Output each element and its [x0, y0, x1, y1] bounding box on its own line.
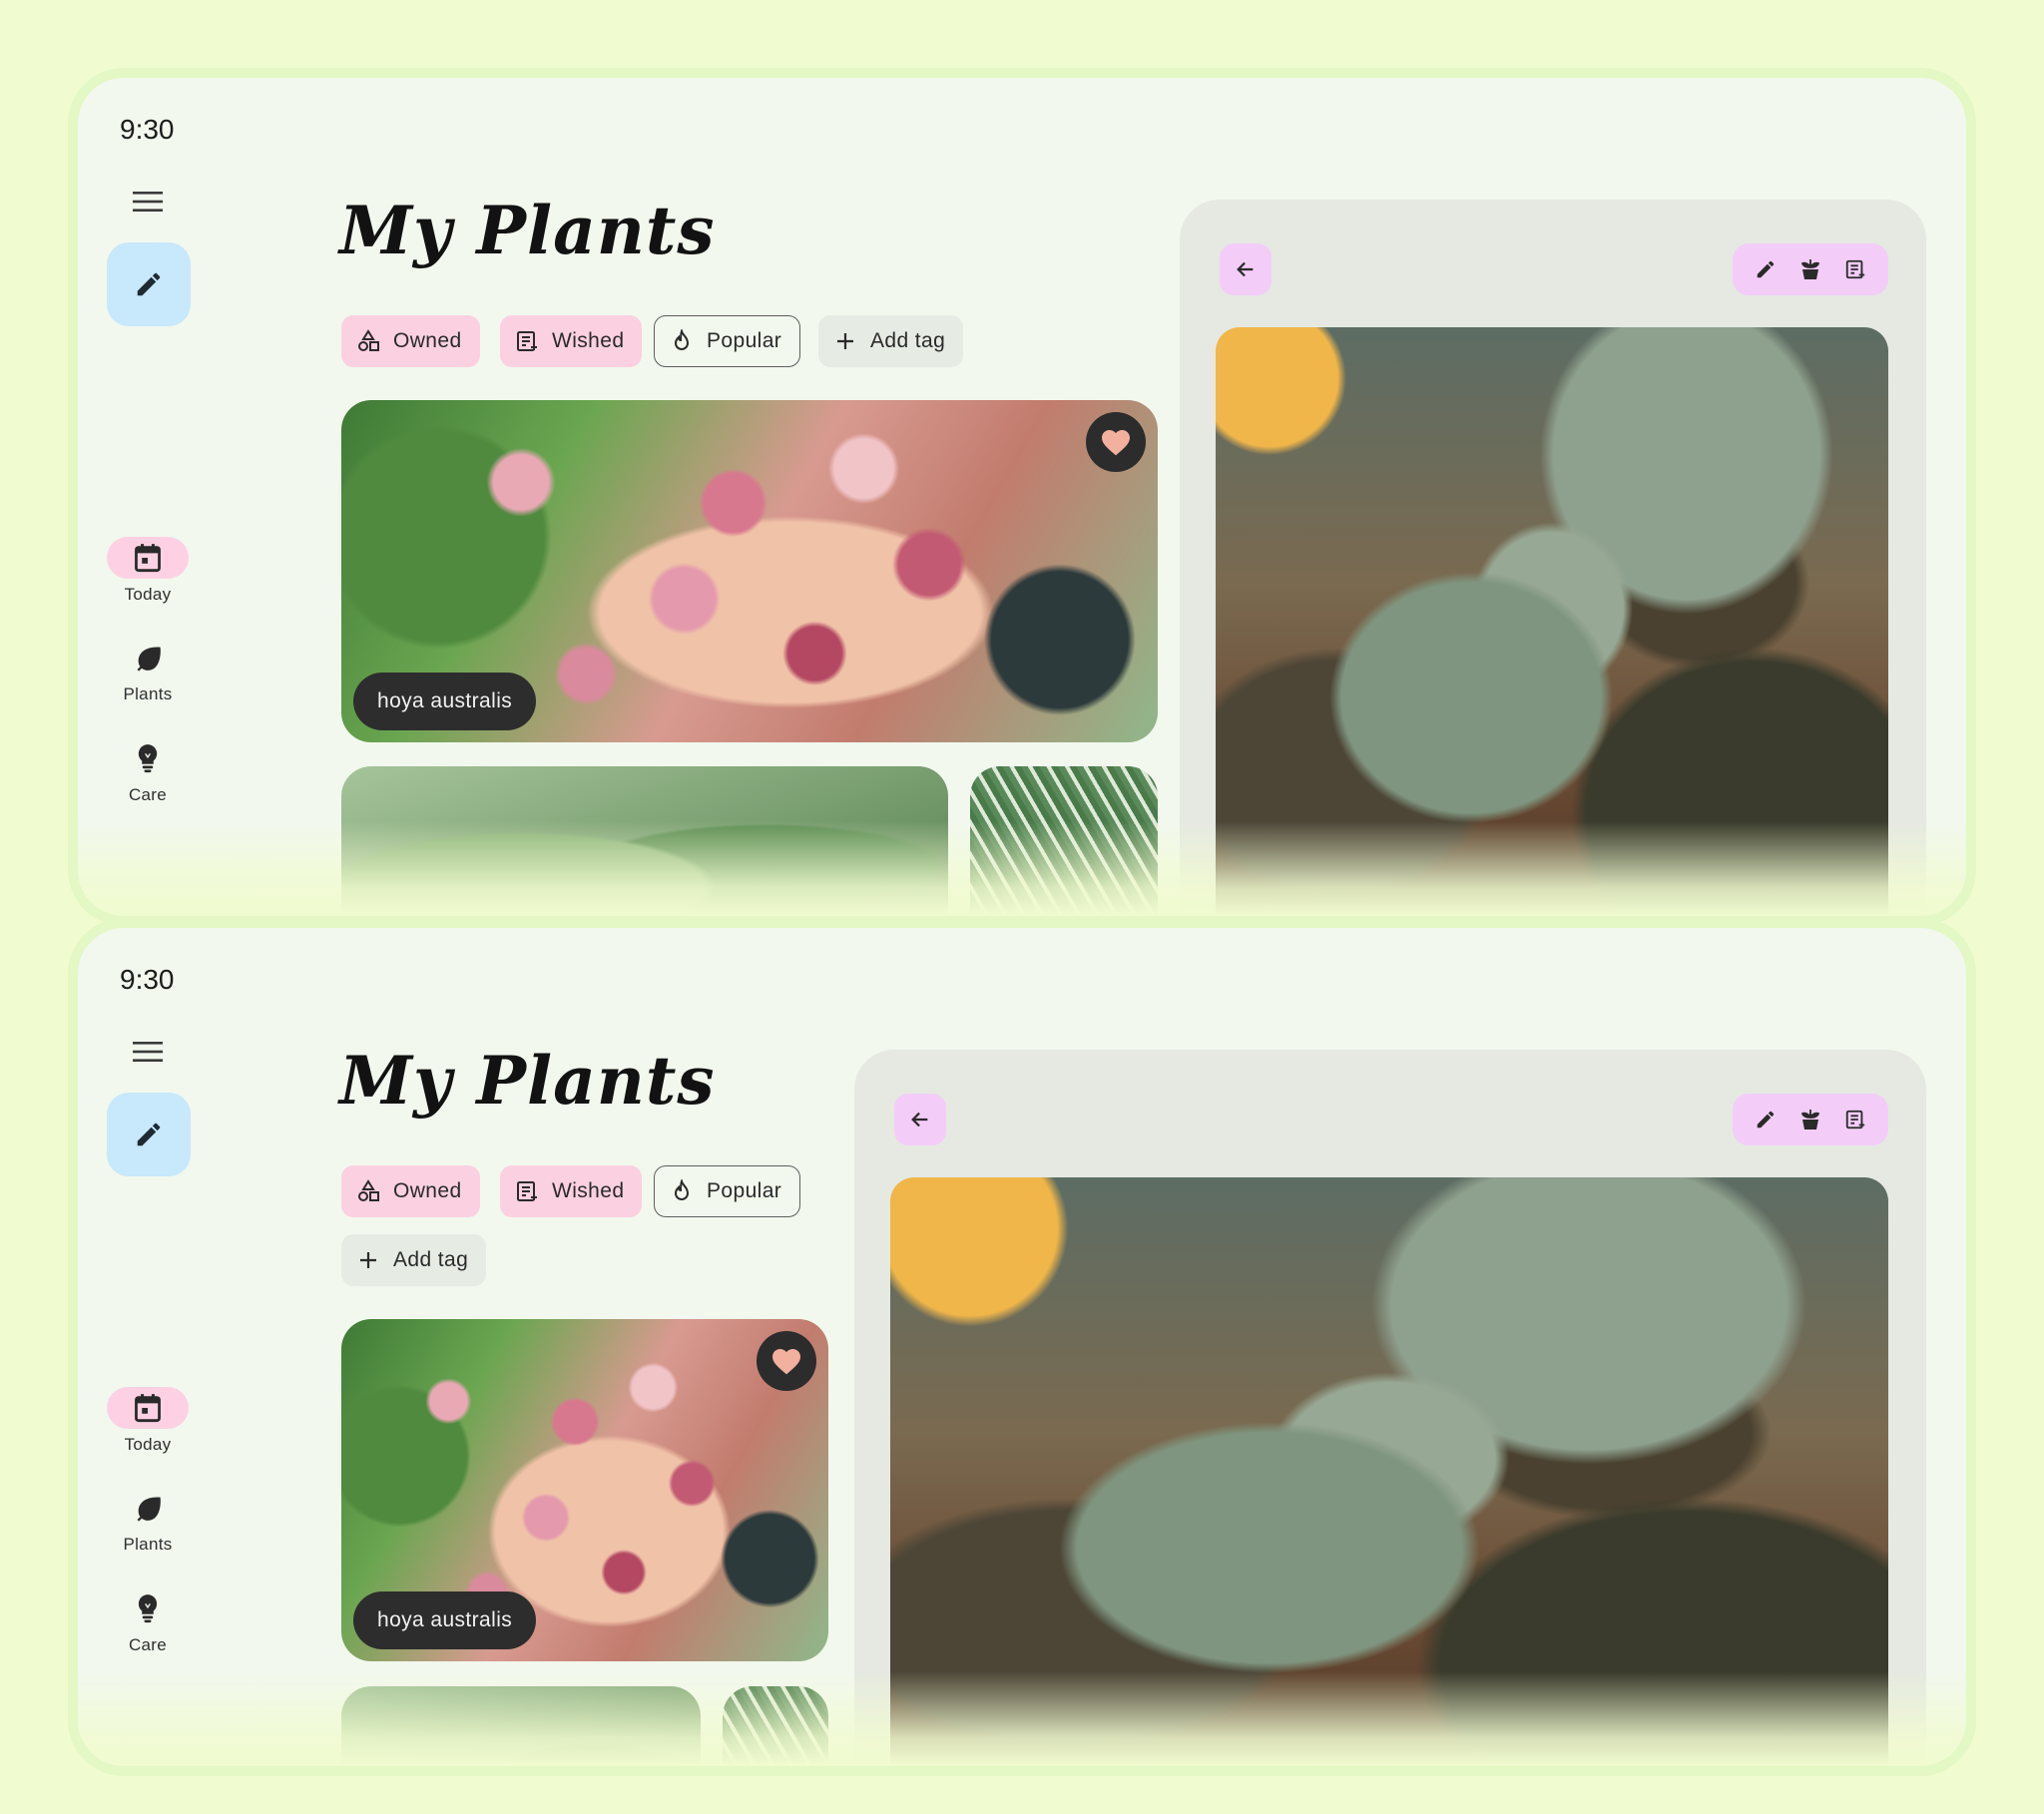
back-button[interactable] [894, 1094, 946, 1145]
nav-pill-care [107, 737, 189, 779]
edit-fab[interactable] [107, 242, 191, 326]
page-title: My Plants [339, 1042, 716, 1120]
leaf-icon [137, 1497, 161, 1522]
chip-popular[interactable]: Popular [654, 315, 801, 367]
edit-action[interactable] [1748, 1102, 1784, 1137]
nav-pill-today [107, 537, 189, 579]
note-action[interactable] [1837, 1102, 1873, 1137]
status-time: 9:30 [120, 964, 175, 995]
pencil-icon [1757, 1111, 1774, 1129]
edit-fab[interactable] [107, 1093, 191, 1176]
heart-icon [1102, 430, 1130, 456]
chip-popular-label: Popular [707, 1179, 782, 1202]
plant-card-featured[interactable]: hoya australis [341, 1319, 828, 1661]
chip-wished[interactable]: Wished [500, 315, 643, 367]
note-add-icon [514, 1178, 540, 1204]
plant-caption: hoya australis [353, 1591, 537, 1649]
plant-caption: hoya australis [353, 673, 537, 730]
nav-label-plants: Plants [123, 1535, 173, 1554]
arrow-left-icon [1237, 261, 1254, 277]
nav-item-today[interactable]: Today [88, 537, 208, 627]
plant-card-3[interactable] [723, 1686, 828, 1766]
plant-card-2[interactable] [341, 766, 948, 916]
flame-icon [669, 328, 695, 354]
nav-item-plants[interactable]: Plants [88, 637, 208, 726]
chip-owned-label: Owned [393, 329, 462, 352]
detail-actions [1733, 1094, 1888, 1145]
device-frame-bottom: 9:30 Today Plants Care My Plants Owned W… [68, 918, 1976, 1776]
plant-card-featured[interactable]: hoya australis [341, 400, 1158, 742]
nav-label-today: Today [124, 1435, 172, 1454]
chip-owned[interactable]: Owned [341, 1165, 480, 1217]
menu-button[interactable] [128, 1032, 168, 1072]
detail-pane [854, 1050, 1926, 1766]
nav-label-plants: Plants [123, 684, 173, 703]
nav-pill-care [107, 1587, 189, 1629]
calendar-icon [135, 1394, 161, 1423]
lightbulb-icon [138, 1594, 158, 1623]
chip-popular-label: Popular [707, 329, 782, 352]
detail-plant-image [1216, 327, 1888, 916]
detail-actions [1733, 243, 1888, 295]
chip-add-tag-label: Add tag [393, 1248, 469, 1271]
chip-owned-label: Owned [393, 1179, 462, 1202]
chip-wished-label: Wished [552, 1179, 625, 1202]
arrow-left-icon [911, 1112, 928, 1128]
nav-item-plants[interactable]: Plants [88, 1487, 208, 1577]
nav-pill-plants [107, 1487, 189, 1529]
lightbulb-icon [138, 744, 158, 773]
plus-icon [832, 328, 858, 354]
device-frame-top: 9:30 Today Plants Care My Plants Owned W… [68, 68, 1976, 926]
nav-label-care: Care [128, 1635, 168, 1654]
pencil-icon [137, 1123, 161, 1146]
nav-pill-plants [107, 637, 189, 679]
heart-icon [772, 1349, 800, 1375]
menu-icon [133, 1042, 163, 1062]
leaf-icon [137, 647, 161, 672]
plant-pot-icon [1800, 259, 1820, 279]
shapes-icon [355, 328, 381, 354]
edit-action[interactable] [1748, 251, 1784, 287]
chip-owned[interactable]: Owned [341, 315, 480, 367]
chip-add-tag[interactable]: Add tag [818, 315, 964, 367]
repot-action[interactable] [1792, 1102, 1828, 1137]
favorite-button[interactable] [757, 1331, 816, 1391]
note-add-icon [1846, 1110, 1865, 1130]
plant-pot-icon [1800, 1110, 1820, 1130]
chip-popular[interactable]: Popular [654, 1165, 801, 1217]
nav-item-care[interactable]: Care [88, 737, 208, 827]
detail-pane [1180, 200, 1926, 916]
chip-add-tag[interactable]: Add tag [341, 1234, 487, 1286]
favorite-button[interactable] [1086, 412, 1146, 472]
plant-card-3[interactable] [970, 766, 1158, 916]
menu-button[interactable] [128, 182, 168, 222]
chip-wished-label: Wished [552, 329, 625, 352]
plant-card-2[interactable] [341, 1686, 701, 1766]
nav-item-today[interactable]: Today [88, 1387, 208, 1477]
flame-icon [669, 1178, 695, 1204]
calendar-icon [135, 544, 161, 573]
repot-action[interactable] [1792, 251, 1828, 287]
plus-icon [355, 1247, 381, 1273]
page-title: My Plants [339, 192, 716, 269]
back-button[interactable] [1220, 243, 1272, 295]
detail-plant-image [890, 1177, 1888, 1766]
nav-item-care[interactable]: Care [88, 1587, 208, 1677]
chip-add-tag-label: Add tag [870, 329, 946, 352]
note-add-icon [1846, 259, 1865, 279]
nav-label-today: Today [124, 585, 172, 604]
note-action[interactable] [1837, 251, 1873, 287]
menu-icon [133, 192, 163, 212]
pencil-icon [1757, 260, 1774, 278]
nav-label-care: Care [128, 785, 168, 804]
shapes-icon [355, 1178, 381, 1204]
status-time: 9:30 [120, 114, 175, 145]
nav-pill-today [107, 1387, 189, 1429]
chip-wished[interactable]: Wished [500, 1165, 643, 1217]
note-add-icon [514, 328, 540, 354]
pencil-icon [137, 272, 161, 296]
